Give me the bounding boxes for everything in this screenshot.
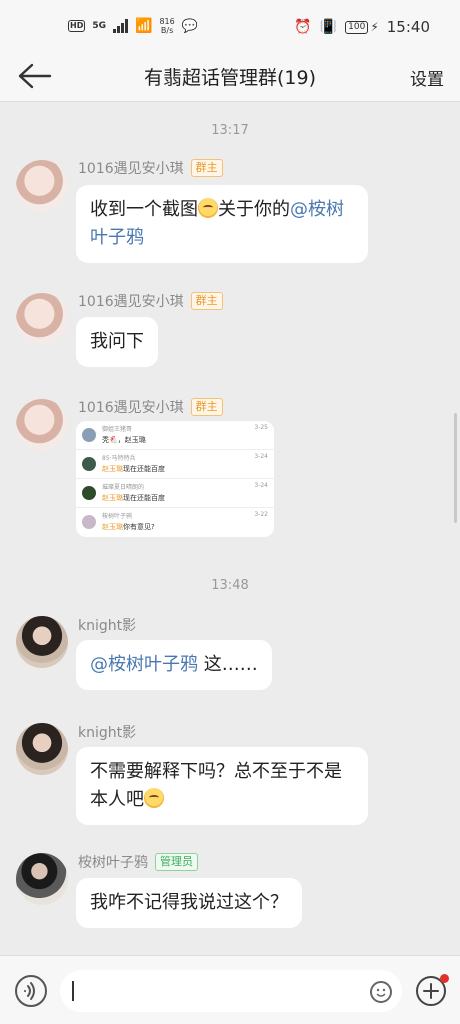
screenshot-name: 御姐王猪哥 bbox=[102, 426, 133, 433]
wechat-icon: 💬 bbox=[181, 18, 198, 34]
owner-badge: 群主 bbox=[190, 159, 223, 177]
mention-link[interactable]: @桉树叶子鸦 bbox=[90, 654, 198, 675]
message-text: 收到一个截图 bbox=[90, 199, 198, 220]
signal-icon bbox=[113, 19, 128, 33]
screenshot-mention: 赵玉璐 bbox=[102, 494, 123, 502]
clock: 15:40 bbox=[386, 18, 430, 36]
emoji-thinking-icon bbox=[144, 788, 164, 808]
sender-name: 桉树叶子鸦 bbox=[78, 855, 148, 871]
sender-line: 1016遇见安小琪 群主 bbox=[78, 397, 223, 417]
speed-unit: B/s bbox=[160, 26, 174, 35]
timestamp: 13:48 bbox=[211, 578, 249, 593]
input-bar bbox=[0, 955, 460, 1024]
emoji-icon[interactable] bbox=[370, 981, 392, 1003]
sender-line: 桉树叶子鸦 管理员 bbox=[78, 852, 198, 872]
avatar[interactable] bbox=[16, 293, 68, 345]
avatar bbox=[82, 428, 96, 442]
avatar[interactable] bbox=[16, 399, 68, 451]
network-type: 5G bbox=[92, 21, 106, 31]
screenshot-name: 桉树叶子鸦 bbox=[102, 513, 133, 520]
sender-name: 1016遇见安小琪 bbox=[78, 400, 184, 416]
battery-level: 100 bbox=[345, 20, 369, 34]
screenshot-body: 现在还能百度 bbox=[123, 465, 165, 473]
sender-line: knight影 bbox=[78, 722, 136, 742]
avatar[interactable] bbox=[16, 723, 68, 775]
alarm-icon: ⏰ bbox=[294, 19, 312, 35]
wifi-icon: 📶 bbox=[135, 18, 153, 34]
chat-header: 有翡超话管理群(19) 设置 bbox=[0, 50, 460, 102]
owner-badge: 群主 bbox=[190, 292, 223, 310]
sender-line: 1016遇见安小琪 群主 bbox=[78, 158, 223, 178]
emoji-sweat-icon bbox=[198, 198, 218, 218]
message-bubble[interactable]: 收到一个截图 关于你的@桉树叶子鸦 bbox=[76, 185, 368, 263]
message-bubble[interactable]: @桉树叶子鸦 这…… bbox=[76, 640, 272, 690]
sender-name: knight影 bbox=[78, 618, 137, 634]
message-bubble[interactable]: 我咋不记得我说过这个？ bbox=[76, 878, 302, 928]
status-bar: HD 5G 📶 816 B/s 💬 ⏰ 📳 100 ⚡ 15:40 bbox=[0, 0, 460, 50]
message-bubble[interactable]: 我问下 bbox=[76, 317, 158, 367]
notification-dot bbox=[440, 974, 449, 983]
scrollbar[interactable] bbox=[454, 413, 457, 523]
voice-icon[interactable] bbox=[15, 975, 47, 1007]
settings-button[interactable]: 设置 bbox=[410, 65, 444, 90]
hd-badge: HD bbox=[68, 20, 86, 32]
screenshot-date: 3-24 bbox=[254, 482, 268, 489]
sender-line: knight影 bbox=[78, 615, 136, 635]
screenshot-date: 3-25 bbox=[254, 424, 268, 431]
message-input[interactable] bbox=[60, 970, 402, 1012]
text-cursor bbox=[72, 981, 74, 1001]
speed-value: 816 bbox=[159, 17, 175, 26]
message-bubble[interactable]: 不需要解释下吗？总不至于不是本人吧 bbox=[76, 747, 368, 825]
admin-badge: 管理员 bbox=[155, 853, 198, 871]
avatar bbox=[82, 486, 96, 500]
message-text: 这…… bbox=[198, 654, 258, 675]
screenshot-body: 你有意见? bbox=[123, 523, 155, 531]
sender-name: knight影 bbox=[78, 725, 137, 741]
group-title: 有翡超话管理群(19) bbox=[143, 67, 316, 89]
screenshot-row: 85·马特特兵 赵玉璐现在还能百度 3-24 bbox=[76, 450, 274, 479]
screenshot-date: 3-24 bbox=[254, 453, 268, 460]
screenshot-text: 赵玉璐现在还能百度 bbox=[102, 493, 165, 503]
screenshot-date: 3-22 bbox=[254, 511, 268, 518]
avatar[interactable] bbox=[16, 160, 68, 212]
timestamp: 13:17 bbox=[211, 123, 249, 138]
screenshot-text: 赵玉璐你有意见? bbox=[102, 522, 155, 532]
screenshot-mention: 赵玉璐 bbox=[102, 465, 123, 473]
screenshot-text: 赵玉璐现在还能百度 bbox=[102, 464, 165, 474]
screenshot-name: 85·马特特兵 bbox=[102, 455, 136, 462]
avatar[interactable] bbox=[16, 616, 68, 668]
message-text: 我问下 bbox=[90, 331, 144, 352]
avatar[interactable] bbox=[16, 853, 68, 905]
owner-badge: 群主 bbox=[190, 398, 223, 416]
sender-line: 1016遇见安小琪 群主 bbox=[78, 291, 223, 311]
screenshot-row: 桉树叶子鸦 赵玉璐你有意见? 3-22 bbox=[76, 508, 274, 537]
chat-area[interactable]: 13:17 1016遇见安小琪 群主 收到一个截图 关于你的@桉树叶子鸦 1016… bbox=[0, 103, 460, 955]
image-message[interactable]: 御姐王猪哥 秃🐔，赵玉璐 3-25 85·马特特兵 赵玉璐现在还能百度 3-24… bbox=[76, 421, 274, 537]
screenshot-row: 璀璨夏日晴朗的 赵玉璐现在还能百度 3-24 bbox=[76, 479, 274, 508]
screenshot-row: 御姐王猪哥 秃🐔，赵玉璐 3-25 bbox=[76, 421, 274, 450]
screenshot-name: 璀璨夏日晴朗的 bbox=[102, 484, 145, 491]
sender-name: 1016遇见安小琪 bbox=[78, 161, 184, 177]
avatar bbox=[82, 515, 96, 529]
screenshot-body: 现在还能百度 bbox=[123, 494, 165, 502]
screenshot-text: 秃🐔，赵玉璐 bbox=[102, 436, 146, 444]
message-text: 我咋不记得我说过这个？ bbox=[90, 892, 288, 913]
message-text: 不需要解释下吗？总不至于不是本人吧 bbox=[90, 761, 342, 810]
screenshot-mention: 赵玉璐 bbox=[102, 523, 123, 531]
sender-name: 1016遇见安小琪 bbox=[78, 294, 184, 310]
avatar bbox=[82, 457, 96, 471]
message-text: 关于你的 bbox=[218, 199, 290, 220]
charging-icon: ⚡ bbox=[370, 20, 379, 34]
vibrate-icon: 📳 bbox=[319, 19, 338, 35]
network-speed: 816 B/s bbox=[159, 17, 174, 35]
